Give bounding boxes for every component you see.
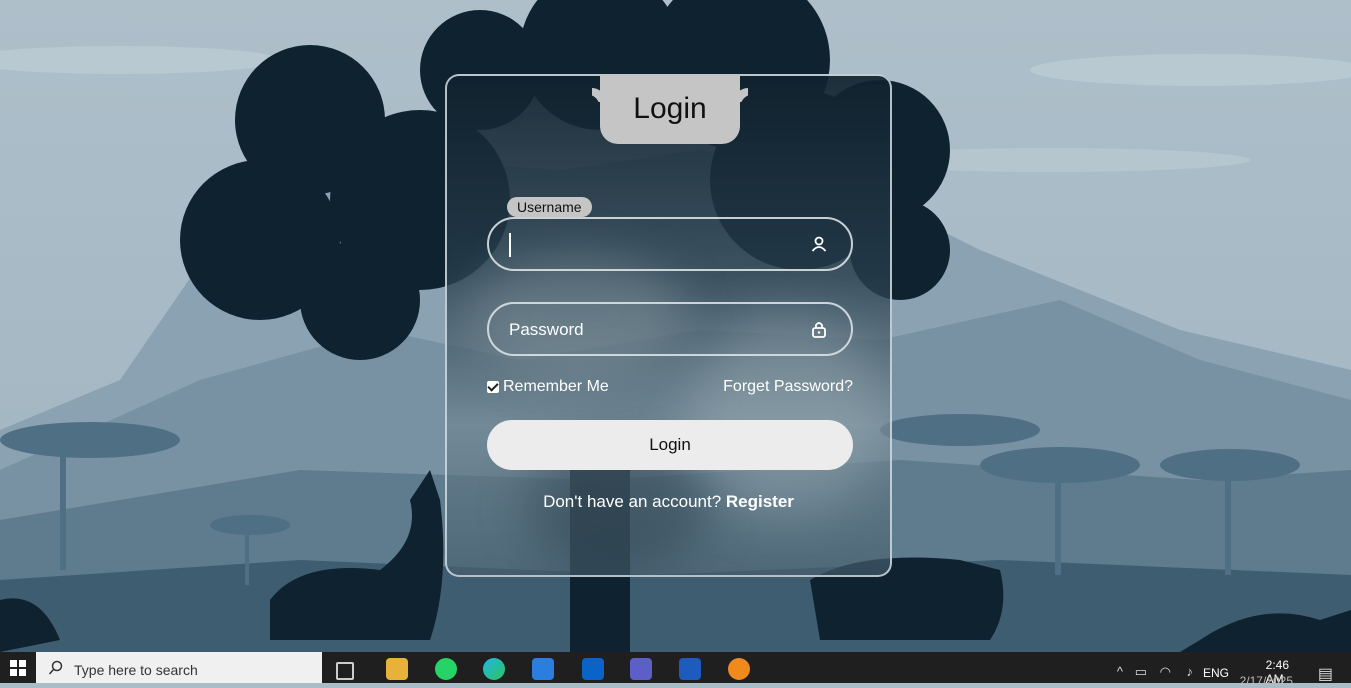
login-card: Login Username Remember Me Forget Passwo… bbox=[445, 74, 892, 577]
password-field[interactable] bbox=[487, 302, 853, 356]
search-placeholder: Type here to search bbox=[74, 662, 198, 678]
clock-date[interactable]: 2/17/2025 bbox=[1240, 674, 1293, 688]
vlc-icon[interactable] bbox=[728, 658, 750, 680]
login-button[interactable]: Login bbox=[487, 420, 853, 470]
no-account-text: Don't have an account? bbox=[543, 492, 722, 511]
checkbox-checked-icon[interactable] bbox=[487, 381, 499, 393]
whatsapp-icon[interactable] bbox=[435, 658, 457, 680]
edge-icon[interactable] bbox=[483, 658, 505, 680]
register-row: Don't have an account? Register bbox=[447, 492, 890, 512]
windows-logo-icon bbox=[10, 659, 26, 676]
login-title: Login bbox=[600, 74, 740, 144]
task-view-icon[interactable] bbox=[336, 662, 354, 680]
store-icon[interactable] bbox=[532, 658, 554, 680]
outlook-icon[interactable] bbox=[582, 658, 604, 680]
username-field[interactable]: Username bbox=[487, 197, 853, 271]
wifi-icon[interactable]: ◠ bbox=[1160, 664, 1171, 680]
file-explorer-icon[interactable] bbox=[386, 658, 408, 680]
password-input[interactable] bbox=[507, 304, 801, 356]
language-indicator[interactable]: ENG bbox=[1203, 666, 1229, 680]
search-icon bbox=[48, 660, 63, 675]
taskbar-search[interactable]: Type here to search bbox=[36, 652, 322, 683]
battery-icon[interactable]: ▭ bbox=[1135, 664, 1147, 680]
register-link[interactable]: Register bbox=[726, 492, 794, 511]
notification-icon[interactable]: ▤ bbox=[1318, 664, 1333, 684]
start-button[interactable] bbox=[0, 652, 36, 683]
forget-password-link[interactable]: Forget Password? bbox=[723, 378, 853, 396]
teams-icon[interactable] bbox=[630, 658, 652, 680]
remember-me-label: Remember Me bbox=[503, 378, 609, 395]
login-options-row: Remember Me Forget Password? bbox=[487, 378, 853, 398]
user-icon bbox=[811, 236, 827, 252]
username-label: Username bbox=[507, 197, 592, 217]
word-icon[interactable] bbox=[679, 658, 701, 680]
lock-icon bbox=[812, 322, 826, 338]
username-input[interactable] bbox=[507, 219, 801, 271]
remember-me-checkbox[interactable]: Remember Me bbox=[487, 378, 609, 396]
windows-taskbar: Type here to search ^ ▭ ◠ ♪ ENG 2:46 AM … bbox=[0, 652, 1351, 688]
chevron-up-icon[interactable]: ^ bbox=[1117, 664, 1123, 679]
volume-icon[interactable]: ♪ bbox=[1187, 664, 1194, 679]
